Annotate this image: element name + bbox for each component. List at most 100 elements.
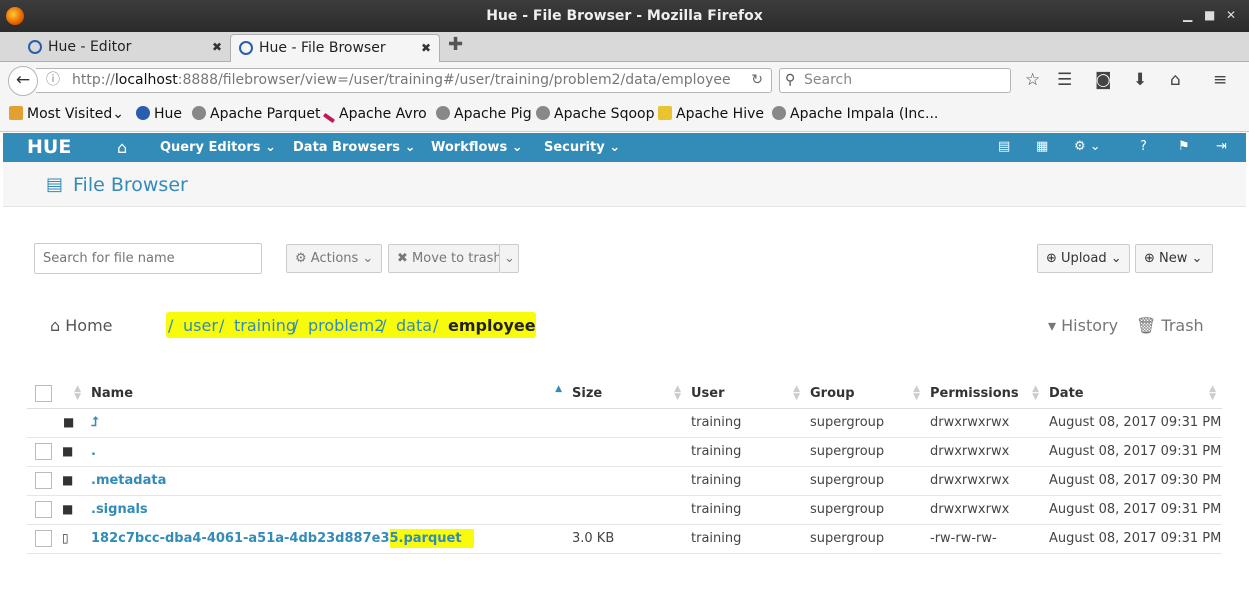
select-all-checkbox[interactable] bbox=[35, 384, 52, 402]
search-field[interactable]: ⚲ Search bbox=[779, 68, 1011, 93]
column-name[interactable]: Name ▲ bbox=[87, 379, 568, 409]
info-icon[interactable]: ⓘ bbox=[46, 69, 60, 92]
user-cell: training bbox=[687, 466, 806, 496]
name-cell[interactable]: ⮥ bbox=[87, 408, 568, 438]
tab-hue-editor[interactable]: Hue - Editor ✖ bbox=[20, 34, 230, 62]
column-date[interactable]: Date ▲ ▼ bbox=[1045, 379, 1222, 409]
sort-icon[interactable]: ▲ ▼ bbox=[674, 385, 681, 402]
close-window-icon[interactable]: ✕ bbox=[1226, 8, 1236, 22]
table-row[interactable]: ■ . training supergroup drwxrwxrwx Augus… bbox=[27, 437, 1222, 467]
bookmark-apache-sqoop[interactable]: Apache Sqoop bbox=[536, 106, 654, 122]
file-name-link[interactable]: ⮥ bbox=[91, 415, 99, 430]
file-table: ▲ ▼ Name ▲ Size ▲ ▼ User ▲ ▼ Group ▲ ▼ Permissio… bbox=[27, 379, 1222, 554]
trash-dropdown-button[interactable]: ⌄ bbox=[499, 244, 519, 273]
column-group[interactable]: Group ▲ ▼ bbox=[806, 379, 926, 409]
sort-icon[interactable]: ▲ ▼ bbox=[1209, 385, 1216, 402]
trash-button[interactable]: 🗑 Trash bbox=[1136, 316, 1204, 335]
close-tab-icon[interactable]: ✖ bbox=[212, 34, 222, 60]
row-icon-cell: ■ bbox=[27, 495, 87, 525]
name-cell[interactable]: .signals bbox=[87, 495, 568, 525]
menu-security[interactable]: Security ⌄ bbox=[544, 140, 620, 155]
sort-icon[interactable]: ▲ ▼ bbox=[793, 385, 800, 402]
row-checkbox[interactable] bbox=[35, 443, 52, 460]
reload-icon[interactable]: ↻ bbox=[751, 69, 763, 92]
pocket-icon[interactable]: ◙ bbox=[1095, 70, 1112, 90]
flag-icon[interactable]: ⚑ bbox=[1178, 139, 1190, 154]
home-icon[interactable]: ⌂ bbox=[1170, 70, 1181, 90]
home-icon[interactable]: ⌂ bbox=[117, 138, 127, 157]
hamburger-menu-icon[interactable]: ≡ bbox=[1213, 70, 1227, 90]
bookmark-star-icon[interactable]: ☆ bbox=[1025, 70, 1040, 90]
row-checkbox[interactable] bbox=[35, 501, 52, 518]
file-icon[interactable]: ▤ bbox=[998, 139, 1010, 154]
breadcrumb-data[interactable]: data bbox=[396, 316, 432, 335]
tab-bar: Hue - Editor ✖ Hue - File Browser ✖ ✚ bbox=[0, 32, 1249, 62]
file-name-link[interactable]: .signals bbox=[91, 502, 148, 517]
back-button[interactable]: ← bbox=[8, 66, 38, 96]
table-row[interactable]: ■ .signals training supergroup drwxrwxrw… bbox=[27, 495, 1222, 525]
breadcrumb-separator: / bbox=[219, 316, 225, 335]
bookmark-apache-parquet[interactable]: Apache Parquet bbox=[192, 106, 320, 122]
sign-out-icon[interactable]: ⇥ bbox=[1216, 139, 1227, 154]
tab-hue-file-browser[interactable]: Hue - File Browser ✖ bbox=[230, 34, 440, 62]
new-button[interactable]: ⊕ New ⌄ bbox=[1135, 244, 1213, 273]
bookmark-hue[interactable]: Hue bbox=[136, 106, 182, 122]
column-user[interactable]: User ▲ ▼ bbox=[687, 379, 806, 409]
sort-icon[interactable]: ▲ ▼ bbox=[1032, 385, 1039, 402]
sort-icon[interactable]: ▲ bbox=[555, 385, 562, 401]
menu-query-editors[interactable]: Query Editors ⌄ bbox=[160, 140, 276, 155]
search-icon: ⚲ bbox=[785, 72, 796, 88]
menu-workflows[interactable]: Workflows ⌄ bbox=[431, 140, 523, 155]
globe-icon bbox=[192, 106, 206, 120]
history-button[interactable]: ▾ History bbox=[1048, 316, 1118, 335]
menu-data-browsers[interactable]: Data Browsers ⌄ bbox=[293, 140, 415, 155]
column-label: Permissions bbox=[930, 385, 1019, 401]
table-row[interactable]: ■ .metadata training supergroup drwxrwxr… bbox=[27, 466, 1222, 496]
new-tab-icon[interactable]: ✚ bbox=[448, 34, 463, 55]
table-row[interactable]: ▯ 182c7bcc-dba4-4061-a51a-4db23d887e35.p… bbox=[27, 524, 1222, 554]
row-checkbox[interactable] bbox=[35, 472, 52, 489]
bookmark-apache-hive[interactable]: Apache Hive bbox=[658, 106, 764, 122]
url-bar[interactable]: ⓘ http://localhost:8888/filebrowser/view… bbox=[36, 68, 772, 93]
breadcrumb-problem2[interactable]: problem2 bbox=[308, 316, 384, 335]
file-name-link[interactable]: .metadata bbox=[91, 473, 166, 488]
hue-icon bbox=[136, 106, 150, 120]
reader-list-icon[interactable]: ☰ bbox=[1057, 70, 1072, 90]
bookmark-apache-pig[interactable]: Apache Pig bbox=[436, 106, 532, 122]
close-tab-icon[interactable]: ✖ bbox=[421, 35, 431, 61]
breadcrumb-training[interactable]: training bbox=[234, 316, 296, 335]
size-cell bbox=[568, 495, 687, 525]
move-to-trash-button[interactable]: ✖ Move to trash bbox=[388, 244, 502, 273]
name-cell[interactable]: 182c7bcc-dba4-4061-a51a-4db23d887e35.par… bbox=[87, 524, 568, 554]
row-checkbox[interactable] bbox=[35, 530, 52, 547]
download-icon[interactable]: ⬇ bbox=[1133, 70, 1147, 90]
name-cell[interactable]: . bbox=[87, 437, 568, 467]
breadcrumb-home[interactable]: ⌂ Home bbox=[50, 316, 113, 335]
breadcrumb-user[interactable]: user bbox=[183, 316, 218, 335]
name-cell[interactable]: .metadata bbox=[87, 466, 568, 496]
upload-button[interactable]: ⊕ Upload ⌄ bbox=[1037, 244, 1130, 273]
table-icon[interactable]: ▦ bbox=[1036, 139, 1048, 154]
actions-button[interactable]: ⚙ Actions ⌄ bbox=[286, 244, 382, 273]
bookmark-most-visited[interactable]: Most Visited⌄ bbox=[9, 106, 124, 122]
settings-gear-icon[interactable]: ⚙ ⌄ bbox=[1074, 139, 1101, 154]
file-name-link[interactable]: 182c7bcc-dba4-4061-a51a-4db23d887e35.par… bbox=[91, 529, 474, 548]
help-icon[interactable]: ? bbox=[1140, 139, 1147, 154]
minimize-icon[interactable]: ▁ bbox=[1183, 8, 1192, 22]
date-cell: August 08, 2017 09:31 PM bbox=[1045, 408, 1222, 438]
maximize-icon[interactable]: ■ bbox=[1204, 8, 1215, 22]
bookmark-label: Apache Hive bbox=[676, 106, 764, 122]
sort-icon[interactable]: ▲ ▼ bbox=[913, 385, 920, 402]
table-row[interactable]: ■ ⮥ training supergroup drwxrwxrwx Augus… bbox=[27, 408, 1222, 438]
file-search-input[interactable] bbox=[34, 243, 262, 274]
file-name-link[interactable]: . bbox=[91, 444, 96, 459]
hue-logo[interactable]: HUE bbox=[27, 136, 71, 158]
bookmark-apache-impala[interactable]: Apache Impala (Inc... bbox=[772, 106, 938, 122]
sort-icon[interactable]: ▲ ▼ bbox=[74, 385, 81, 402]
column-permissions[interactable]: Permissions ▲ ▼ bbox=[926, 379, 1045, 409]
group-cell: supergroup bbox=[806, 466, 926, 496]
column-size[interactable]: Size ▲ ▼ bbox=[568, 379, 687, 409]
group-cell: supergroup bbox=[806, 524, 926, 554]
date-cell: August 08, 2017 09:31 PM bbox=[1045, 524, 1222, 554]
bookmark-apache-avro[interactable]: Apache Avro bbox=[322, 106, 427, 124]
